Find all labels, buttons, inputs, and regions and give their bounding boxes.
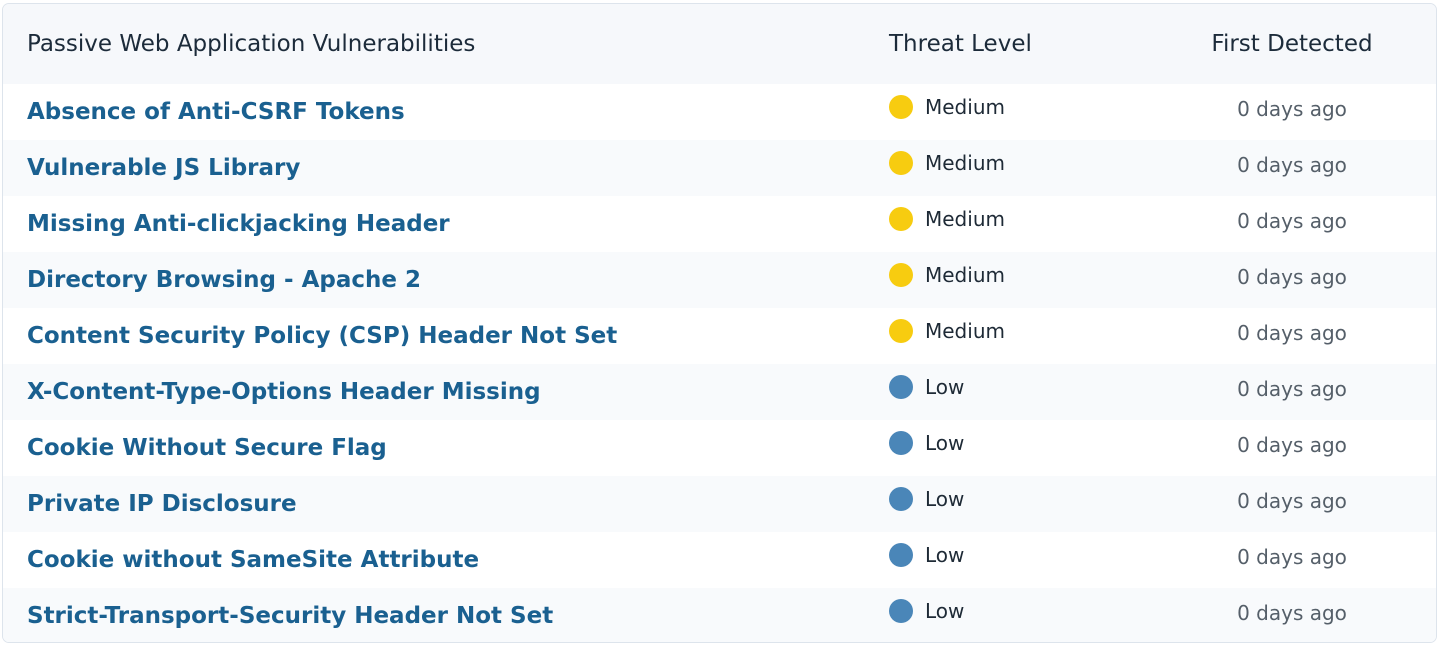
table-row: Strict-Transport-Security Header Not Set… — [3, 588, 1436, 642]
vulnerability-cell: Vulnerable JS Library — [3, 140, 863, 196]
threat-level-label: Medium — [925, 151, 1005, 175]
vulnerability-cell: Cookie without SameSite Attribute — [3, 532, 863, 588]
vulnerabilities-panel: Passive Web Application Vulnerabilities … — [2, 3, 1437, 643]
first-detected-value: 0 days ago — [1237, 265, 1347, 289]
vulnerability-cell: Content Security Policy (CSP) Header Not… — [3, 308, 863, 364]
column-header-vulnerability: Passive Web Application Vulnerabilities — [27, 31, 476, 57]
vulnerability-cell: X-Content-Type-Options Header Missing — [3, 364, 863, 420]
vulnerability-link[interactable]: Content Security Policy (CSP) Header Not… — [27, 323, 617, 349]
threat-level-label: Low — [925, 599, 965, 623]
vulnerability-cell: Missing Anti-clickjacking Header — [3, 196, 863, 252]
vulnerability-link[interactable]: Absence of Anti-CSRF Tokens — [27, 99, 405, 125]
severity-dot-icon — [889, 543, 913, 567]
table-row: Directory Browsing - Apache 2 Medium 0 day… — [3, 252, 1436, 308]
first-detected-value: 0 days ago — [1237, 489, 1347, 513]
vulnerability-link[interactable]: Strict-Transport-Security Header Not Set — [27, 603, 553, 629]
threat-level-cell: Medium — [863, 84, 1178, 140]
table-row: Vulnerable JS Library Medium 0 days ago — [3, 140, 1436, 196]
threat-level-label: Low — [925, 431, 965, 455]
threat-level-cell: Low — [863, 532, 1178, 588]
vulnerability-link[interactable]: Vulnerable JS Library — [27, 155, 300, 181]
threat-level-cell: Medium — [863, 308, 1178, 364]
severity-dot-icon — [889, 487, 913, 511]
severity-dot-icon — [889, 599, 913, 623]
vulnerability-cell: Private IP Disclosure — [3, 476, 863, 532]
severity-dot-icon — [889, 375, 913, 399]
threat-level-indicator: Medium — [889, 263, 1005, 287]
first-detected-cell: 0 days ago — [1178, 252, 1436, 308]
threat-level-label: Medium — [925, 207, 1005, 231]
threat-level-indicator: Medium — [889, 95, 1005, 119]
threat-level-cell: Medium — [863, 196, 1178, 252]
vulnerability-link[interactable]: X-Content-Type-Options Header Missing — [27, 379, 541, 405]
first-detected-value: 0 days ago — [1237, 97, 1347, 121]
threat-level-indicator: Low — [889, 375, 964, 399]
vulnerabilities-table: Passive Web Application Vulnerabilities … — [3, 4, 1436, 642]
first-detected-value: 0 days ago — [1237, 209, 1347, 233]
first-detected-cell: 0 days ago — [1178, 84, 1436, 140]
vulnerability-link[interactable]: Directory Browsing - Apache 2 — [27, 267, 421, 293]
threat-level-cell: Low — [863, 588, 1178, 642]
first-detected-cell: 0 days ago — [1178, 308, 1436, 364]
threat-level-cell: Low — [863, 420, 1178, 476]
threat-level-cell: Low — [863, 476, 1178, 532]
first-detected-cell: 0 days ago — [1178, 364, 1436, 420]
vulnerability-link[interactable]: Private IP Disclosure — [27, 491, 297, 517]
first-detected-value: 0 days ago — [1237, 545, 1347, 569]
threat-level-label: Medium — [925, 263, 1005, 287]
table-body: Absence of Anti-CSRF Tokens Medium 0 days … — [3, 84, 1436, 642]
vulnerability-cell: Directory Browsing - Apache 2 — [3, 252, 863, 308]
threat-level-cell: Medium — [863, 140, 1178, 196]
first-detected-value: 0 days ago — [1237, 377, 1347, 401]
first-detected-cell: 0 days ago — [1178, 140, 1436, 196]
table-row: Cookie Without Secure Flag Low 0 days ago — [3, 420, 1436, 476]
table-row: Missing Anti-clickjacking Header Medium 0 … — [3, 196, 1436, 252]
vulnerability-link[interactable]: Cookie Without Secure Flag — [27, 435, 387, 461]
threat-level-indicator: Medium — [889, 319, 1005, 343]
table-row: Content Security Policy (CSP) Header Not… — [3, 308, 1436, 364]
first-detected-cell: 0 days ago — [1178, 476, 1436, 532]
severity-dot-icon — [889, 431, 913, 455]
severity-dot-icon — [889, 263, 913, 287]
vulnerability-cell: Cookie Without Secure Flag — [3, 420, 863, 476]
first-detected-value: 0 days ago — [1237, 433, 1347, 457]
threat-level-label: Low — [925, 487, 965, 511]
first-detected-cell: 0 days ago — [1178, 532, 1436, 588]
threat-level-indicator: Low — [889, 431, 964, 455]
severity-dot-icon — [889, 95, 913, 119]
first-detected-value: 0 days ago — [1237, 153, 1347, 177]
threat-level-label: Medium — [925, 319, 1005, 343]
threat-level-indicator: Low — [889, 543, 964, 567]
table-row: Absence of Anti-CSRF Tokens Medium 0 days … — [3, 84, 1436, 140]
vulnerability-cell: Absence of Anti-CSRF Tokens — [3, 84, 863, 140]
table-row: Cookie without SameSite Attribute Low 0 da… — [3, 532, 1436, 588]
first-detected-value: 0 days ago — [1237, 601, 1347, 625]
table-row: Private IP Disclosure Low 0 days ago — [3, 476, 1436, 532]
column-header-threat-level: Threat Level — [889, 31, 1032, 57]
severity-dot-icon — [889, 207, 913, 231]
threat-level-label: Medium — [925, 95, 1005, 119]
table-header-row: Passive Web Application Vulnerabilities … — [3, 4, 1436, 84]
threat-level-indicator: Low — [889, 487, 964, 511]
vulnerability-link[interactable]: Missing Anti-clickjacking Header — [27, 211, 450, 237]
first-detected-value: 0 days ago — [1237, 321, 1347, 345]
severity-dot-icon — [889, 319, 913, 343]
vulnerability-link[interactable]: Cookie without SameSite Attribute — [27, 547, 479, 573]
threat-level-cell: Medium — [863, 252, 1178, 308]
threat-level-label: Low — [925, 543, 965, 567]
first-detected-cell: 0 days ago — [1178, 196, 1436, 252]
table-row: X-Content-Type-Options Header Missing Low… — [3, 364, 1436, 420]
vulnerability-cell: Strict-Transport-Security Header Not Set — [3, 588, 863, 642]
threat-level-indicator: Medium — [889, 151, 1005, 175]
threat-level-indicator: Low — [889, 599, 964, 623]
severity-dot-icon — [889, 151, 913, 175]
table-header: Passive Web Application Vulnerabilities … — [3, 4, 1436, 84]
column-header-first-detected: First Detected — [1211, 31, 1373, 57]
threat-level-indicator: Medium — [889, 207, 1005, 231]
first-detected-cell: 0 days ago — [1178, 420, 1436, 476]
first-detected-cell: 0 days ago — [1178, 588, 1436, 642]
threat-level-cell: Low — [863, 364, 1178, 420]
threat-level-label: Low — [925, 375, 965, 399]
